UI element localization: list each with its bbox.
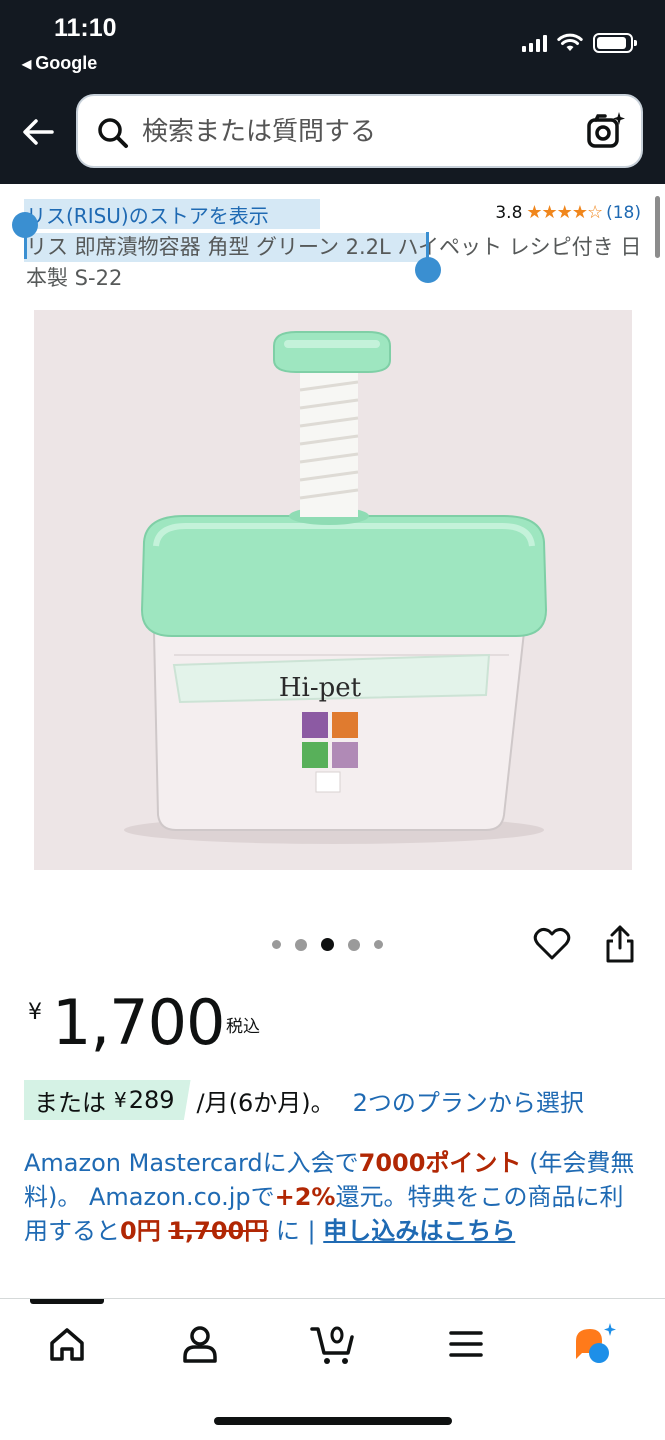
selection-handle-end[interactable]: [415, 257, 441, 283]
rufus-assistant-icon[interactable]: [572, 1321, 618, 1367]
status-icons: [522, 32, 637, 54]
price-currency: ¥: [28, 1000, 42, 1025]
product-brand-label: Hi-pet: [279, 673, 362, 703]
installment-amount: 289: [128, 1086, 175, 1114]
rating-count[interactable]: (18): [606, 203, 641, 223]
promo-text: に |: [268, 1217, 324, 1245]
status-time: 11:10: [54, 14, 117, 42]
heart-icon[interactable]: [533, 926, 571, 962]
installment-plan-link[interactable]: 2つのプランから選択: [353, 1083, 584, 1118]
carousel-dot-active[interactable]: [321, 938, 334, 951]
carousel-dot[interactable]: [272, 940, 281, 949]
installment-prefix: または: [34, 1088, 106, 1117]
bottom-nav: [0, 1298, 665, 1440]
pickle-container-illustration: Hi-pet: [124, 331, 548, 844]
installment-suffix: /月(6か月)。: [196, 1088, 335, 1117]
promo-zero-price: 0円: [120, 1217, 161, 1245]
cellular-signal-icon: [522, 34, 547, 52]
carousel-dot[interactable]: [295, 938, 307, 951]
promo-rate: +2%: [274, 1183, 336, 1211]
share-icon[interactable]: [603, 924, 637, 964]
card-promo: Amazon Mastercardに入会で7000ポイント (年会費無料)。 A…: [24, 1146, 640, 1248]
back-to-app-link[interactable]: ◀ Google: [22, 53, 97, 74]
store-link[interactable]: リス(RISU)のストアを表示: [26, 200, 269, 229]
nav-active-indicator: [30, 1299, 104, 1304]
image-carousel-dots[interactable]: [272, 938, 383, 951]
wifi-icon: [557, 33, 583, 51]
rating-summary[interactable]: 3.8 ★★★★☆ (18): [495, 202, 641, 223]
promo-original-price: 1,700円: [168, 1217, 269, 1245]
camera-search-icon[interactable]: [585, 110, 627, 152]
back-triangle-icon: ◀: [22, 57, 32, 71]
product-title: リス 即席漬物容器 角型 グリーン 2.2L ハイペット レシピ付き 日本製 S…: [26, 235, 642, 290]
price-tax-label: 税込: [226, 1017, 260, 1037]
home-indicator-bar: [214, 1417, 452, 1425]
installment-line: または ¥ 289 /月(6か月)。 2つのプランから選択: [24, 1080, 584, 1120]
rating-stars-icon: ★★★★☆: [526, 202, 603, 223]
promo-text: Amazon Mastercardに入会で: [24, 1149, 359, 1177]
carousel-dot[interactable]: [374, 940, 383, 949]
top-bar: 11:10 ◀ Google: [0, 0, 665, 184]
battery-icon: [593, 33, 637, 53]
rating-value: 3.8: [495, 202, 523, 223]
installment-currency: ¥: [114, 1088, 127, 1112]
home-icon[interactable]: [44, 1321, 90, 1367]
menu-icon[interactable]: [443, 1321, 489, 1367]
search-input[interactable]: [142, 112, 562, 152]
cart-icon[interactable]: [310, 1321, 356, 1367]
installment-badge: または ¥ 289: [24, 1080, 191, 1120]
carousel-dot[interactable]: [348, 938, 360, 951]
search-icon: [98, 118, 128, 148]
back-app-label: Google: [35, 53, 98, 73]
promo-points: 7000ポイント: [358, 1149, 522, 1177]
selection-handle-start[interactable]: [12, 212, 38, 238]
scrollbar[interactable]: [655, 196, 660, 258]
product-image[interactable]: Hi-pet: [34, 310, 632, 870]
account-icon[interactable]: [177, 1321, 223, 1367]
price-amount: 1,700: [52, 986, 225, 1059]
promo-apply-link[interactable]: 申し込みはこちら: [323, 1217, 515, 1245]
back-arrow-icon[interactable]: [20, 114, 56, 150]
search-bar[interactable]: [76, 94, 643, 168]
